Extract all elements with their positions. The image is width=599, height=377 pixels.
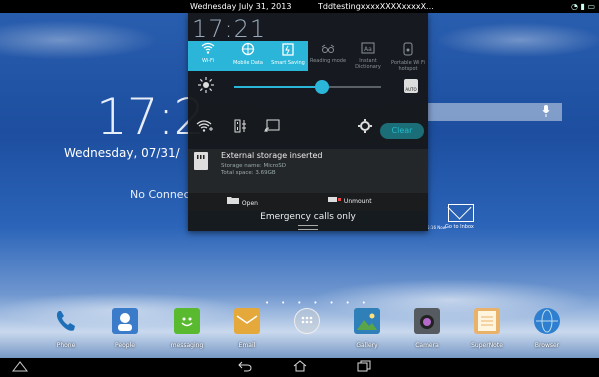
unmount-button[interactable]: Unmount	[328, 196, 372, 205]
status-icons: ◔ ▮ ▭	[571, 0, 595, 13]
notification-actions: Open Unmount	[188, 193, 428, 211]
unmount-label: Unmount	[343, 198, 372, 205]
wifi-settings-icon[interactable]	[196, 119, 214, 137]
clear-notifications-button[interactable]: Clear	[380, 123, 424, 139]
tile-mobile-data[interactable]: Mobile Data	[228, 41, 268, 71]
dock-app-label: SuperNote	[471, 342, 503, 349]
app-dock: Phone People messaging Email Gallery Cam…	[0, 308, 599, 358]
home-icon[interactable]	[293, 360, 307, 376]
dock-app-label: People	[115, 342, 135, 349]
phone-icon	[53, 308, 79, 334]
envelope-icon	[448, 204, 474, 222]
status-date: Wednesday July 31, 2013	[190, 2, 292, 11]
quick-settings-tiles: Wi-Fi Mobile Data Smart Saving Reading m…	[188, 41, 428, 72]
supernote-icon	[474, 308, 500, 334]
recent-apps-icon[interactable]	[357, 360, 371, 376]
navigation-bar	[0, 358, 599, 377]
notification-panel: 17:21 Wi-Fi Mobile Data Smart Saving Rea…	[188, 13, 428, 231]
tile-label: Reading mode	[309, 58, 347, 64]
notification-item[interactable]: External storage inserted Storage name: …	[188, 149, 428, 193]
camera-icon	[414, 308, 440, 334]
dock-app-label: messaging	[170, 342, 204, 349]
instant-dictionary-icon: Aa	[348, 42, 388, 58]
eject-icon	[328, 197, 344, 205]
folder-icon	[226, 197, 242, 207]
sd-card-icon	[194, 152, 208, 170]
status-notification-title: TddtestingxxxxXXXXxxxxX...	[318, 2, 434, 11]
cell-signal-icon: ▮	[580, 2, 585, 11]
browser-icon	[534, 308, 560, 334]
dock-app-label: Email	[238, 342, 256, 349]
notification-title: External storage inserted	[221, 151, 323, 160]
tile-portable-hotspot[interactable]: Portable Wi Fi hotspot	[388, 41, 428, 72]
dock-app-browser[interactable]: Browser	[522, 308, 572, 349]
panel-clock: 17:21	[192, 15, 267, 43]
auto-brightness-label: AUTO	[405, 87, 417, 92]
dock-app-label: Gallery	[356, 342, 378, 349]
dock-app-supernote[interactable]: SuperNote	[462, 308, 512, 349]
tile-wifi[interactable]: Wi-Fi	[188, 41, 228, 71]
dock-app-drawer[interactable]	[282, 308, 332, 342]
wifi-signal-icon: ◔	[570, 2, 578, 11]
dock-app-label: Phone	[56, 342, 76, 349]
settings-sliders-icon[interactable]	[234, 119, 248, 137]
people-icon	[112, 308, 138, 334]
tile-reading-mode[interactable]: Reading mode	[308, 41, 348, 71]
gear-icon[interactable]	[358, 119, 372, 137]
brightness-row: AUTO	[188, 73, 428, 101]
reading-mode-icon	[308, 42, 348, 58]
app-drawer-icon	[294, 308, 320, 334]
screenshot-icon[interactable]	[11, 360, 29, 376]
svg-text:Aa: Aa	[364, 46, 372, 53]
google-search-bar[interactable]	[428, 103, 562, 121]
wifi-icon	[188, 42, 228, 58]
smart-saving-icon	[268, 42, 308, 60]
dock-app-gallery[interactable]: Gallery	[342, 308, 392, 349]
email-icon	[234, 308, 260, 334]
hotspot-icon	[388, 42, 428, 60]
brightness-slider-knob[interactable]	[315, 80, 330, 94]
dock-app-label: Browser	[534, 342, 560, 349]
panel-drag-handle[interactable]	[298, 225, 318, 230]
back-icon[interactable]	[238, 360, 252, 376]
tile-label: Smart Saving	[271, 60, 305, 66]
mobile-data-icon	[228, 42, 268, 60]
status-bar[interactable]: Wednesday July 31, 2013 TddtestingxxxxXX…	[0, 0, 599, 13]
open-button[interactable]: Open	[226, 196, 258, 207]
auto-brightness-icon[interactable]: AUTO	[404, 79, 418, 93]
email-widget[interactable]: 5:16 Now Go to Inbox	[427, 204, 487, 234]
messaging-icon	[174, 308, 200, 334]
microphone-icon[interactable]	[542, 105, 550, 120]
brightness-slider[interactable]	[234, 80, 381, 94]
brightness-slider-fill	[234, 86, 323, 88]
dock-app-people[interactable]: People	[100, 308, 150, 349]
tile-instant-dictionary[interactable]: Aa Instant Dictionary	[348, 41, 388, 71]
notification-storage-name: Storage name: MicroSD	[221, 163, 286, 169]
dock-app-camera[interactable]: Camera	[402, 308, 452, 349]
dock-app-phone[interactable]: Phone	[41, 308, 91, 349]
gallery-icon	[354, 308, 380, 334]
open-label: Open	[241, 200, 258, 207]
tile-label: Wi-Fi	[202, 58, 214, 64]
home-date: Wednesday, 07/31/	[64, 146, 180, 160]
brightness-icon	[198, 77, 214, 97]
dock-app-email[interactable]: Email	[222, 308, 272, 349]
screen-cast-icon[interactable]	[264, 119, 280, 137]
weather-no-connection: No Connec	[130, 188, 190, 201]
panel-toolbar: Clear	[188, 119, 428, 145]
tile-label: Instant Dictionary	[355, 58, 381, 70]
go-to-inbox-link[interactable]: Go to Inbox	[445, 224, 474, 230]
dock-app-label: Camera	[415, 342, 439, 349]
emergency-calls-text: Emergency calls only	[260, 212, 356, 222]
tile-smart-saving[interactable]: Smart Saving	[268, 41, 308, 71]
inbox-time: 5:16 Now	[427, 225, 446, 230]
battery-icon: ▭	[587, 2, 595, 11]
dock-app-messaging[interactable]: messaging	[162, 308, 212, 349]
notification-total-space: Total space: 3.69GB	[221, 170, 276, 176]
page-indicator: •••••••	[265, 299, 378, 307]
tile-label: Mobile Data	[233, 60, 263, 66]
tile-label: Portable Wi Fi hotspot	[391, 60, 425, 72]
